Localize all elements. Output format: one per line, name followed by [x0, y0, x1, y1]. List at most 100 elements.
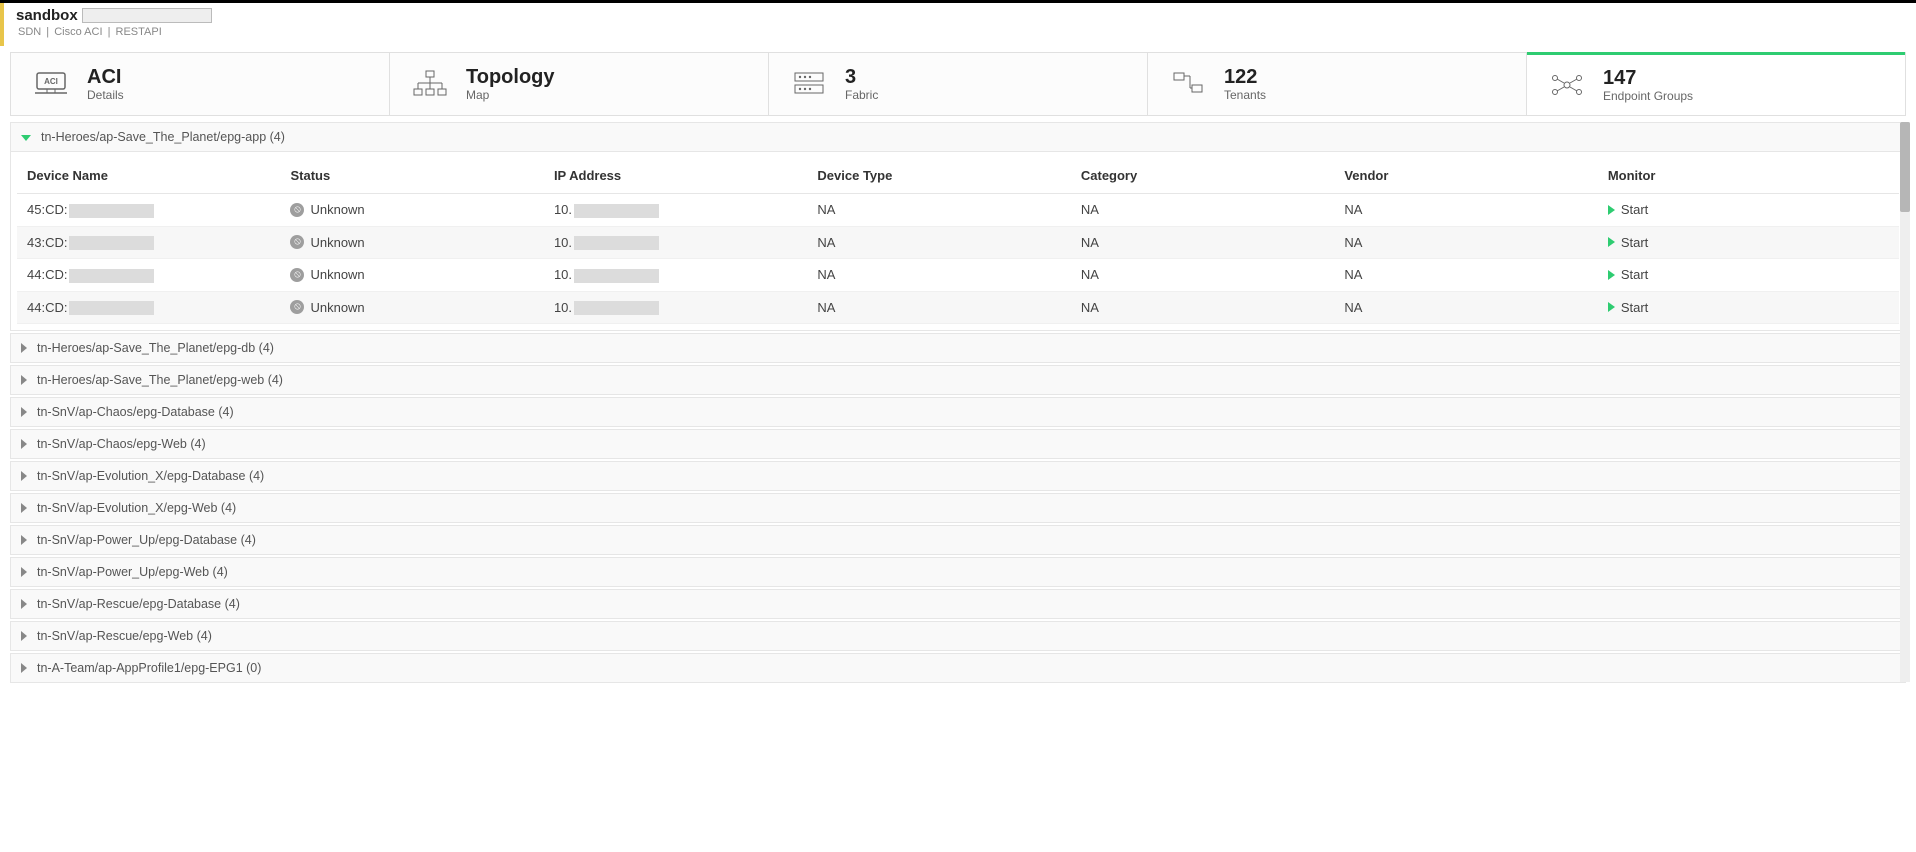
- cell-monitor[interactable]: Start: [1598, 259, 1899, 292]
- redacted-text: [574, 236, 659, 250]
- col-status[interactable]: Status: [280, 158, 543, 194]
- cell-status: ⦸Unknown: [280, 259, 543, 292]
- device-table-body: 45:CD:⦸Unknown10.NANANAStart43:CD:⦸Unkno…: [17, 194, 1899, 324]
- table-row[interactable]: 44:CD:⦸Unknown10.NANANAStart: [17, 291, 1899, 324]
- content-area: tn-Heroes/ap-Save_The_Planet/epg-app (4)…: [10, 122, 1906, 683]
- cell-type: NA: [807, 259, 1070, 292]
- summary-value: 122: [1224, 66, 1266, 88]
- cell-type: NA: [807, 291, 1070, 324]
- play-icon: [1608, 237, 1615, 247]
- scrollbar-thumb[interactable]: [1900, 122, 1910, 212]
- breadcrumb-item[interactable]: Cisco ACI: [52, 26, 104, 38]
- table-row[interactable]: 45:CD:⦸Unknown10.NANANAStart: [17, 194, 1899, 227]
- table-row[interactable]: 44:CD:⦸Unknown10.NANANAStart: [17, 259, 1899, 292]
- caret-right-icon: [21, 503, 27, 513]
- group-label: tn-SnV/ap-Rescue/epg-Database (4): [37, 597, 240, 611]
- cell-monitor[interactable]: Start: [1598, 226, 1899, 259]
- unknown-status-icon: ⦸: [290, 203, 304, 217]
- group-row-collapsed[interactable]: tn-Heroes/ap-Save_The_Planet/epg-db (4): [10, 333, 1906, 363]
- col-vendor[interactable]: Vendor: [1334, 158, 1597, 194]
- cell-type: NA: [807, 226, 1070, 259]
- caret-right-icon: [21, 375, 27, 385]
- cell-category: NA: [1071, 226, 1334, 259]
- cell-device-name: 44:CD:: [17, 291, 280, 324]
- cell-ip: 10.: [544, 291, 807, 324]
- cell-type: NA: [807, 194, 1070, 227]
- summary-bar: ACIACIDetailsTopologyMap3Fabric122Tenant…: [10, 52, 1906, 116]
- play-icon: [1608, 270, 1615, 280]
- cell-vendor: NA: [1334, 194, 1597, 227]
- cell-category: NA: [1071, 194, 1334, 227]
- group-label: tn-SnV/ap-Power_Up/epg-Web (4): [37, 565, 228, 579]
- group-row-collapsed[interactable]: tn-SnV/ap-Evolution_X/epg-Web (4): [10, 493, 1906, 523]
- aci-icon: ACI: [31, 67, 71, 101]
- cell-device-name: 44:CD:: [17, 259, 280, 292]
- caret-down-icon: [21, 135, 31, 141]
- redacted-text: [69, 301, 154, 315]
- cell-ip: 10.: [544, 226, 807, 259]
- summary-card-fabric[interactable]: 3Fabric: [769, 53, 1148, 115]
- summary-label: Details: [87, 88, 124, 102]
- play-icon: [1608, 205, 1615, 215]
- summary-card-tenants[interactable]: 122Tenants: [1148, 53, 1527, 115]
- group-row-collapsed[interactable]: tn-SnV/ap-Power_Up/epg-Database (4): [10, 525, 1906, 555]
- svg-text:ACI: ACI: [44, 77, 58, 86]
- col-device-type[interactable]: Device Type: [807, 158, 1070, 194]
- redacted-text: [69, 204, 154, 218]
- summary-label: Fabric: [845, 88, 878, 102]
- table-row[interactable]: 43:CD:⦸Unknown10.NANANAStart: [17, 226, 1899, 259]
- cell-vendor: NA: [1334, 226, 1597, 259]
- redacted-text: [574, 301, 659, 315]
- caret-right-icon: [21, 535, 27, 545]
- group-row-collapsed[interactable]: tn-SnV/ap-Chaos/epg-Database (4): [10, 397, 1906, 427]
- group-label: tn-Heroes/ap-Save_The_Planet/epg-app (4): [41, 130, 285, 144]
- epg-icon: [1547, 68, 1587, 102]
- cell-monitor[interactable]: Start: [1598, 194, 1899, 227]
- cell-status: ⦸Unknown: [280, 194, 543, 227]
- group-label: tn-SnV/ap-Evolution_X/epg-Database (4): [37, 469, 264, 483]
- group-row-collapsed[interactable]: tn-SnV/ap-Rescue/epg-Web (4): [10, 621, 1906, 651]
- caret-right-icon: [21, 599, 27, 609]
- summary-card-details[interactable]: ACIACIDetails: [11, 53, 390, 115]
- caret-right-icon: [21, 471, 27, 481]
- cell-device-name: 45:CD:: [17, 194, 280, 227]
- cell-category: NA: [1071, 259, 1334, 292]
- vertical-scrollbar[interactable]: [1900, 122, 1910, 682]
- breadcrumb: SDN | Cisco ACI | RESTAPI: [16, 26, 1904, 38]
- group-row-collapsed[interactable]: tn-SnV/ap-Chaos/epg-Web (4): [10, 429, 1906, 459]
- cell-status: ⦸Unknown: [280, 226, 543, 259]
- summary-label: Tenants: [1224, 88, 1266, 102]
- group-row-collapsed[interactable]: tn-SnV/ap-Power_Up/epg-Web (4): [10, 557, 1906, 587]
- group-label: tn-A-Team/ap-AppProfile1/epg-EPG1 (0): [37, 661, 261, 675]
- table-header-row: Device Name Status IP Address Device Typ…: [17, 158, 1899, 194]
- breadcrumb-item[interactable]: RESTAPI: [114, 26, 164, 38]
- fabric-icon: [789, 67, 829, 101]
- col-device-name[interactable]: Device Name: [17, 158, 280, 194]
- col-monitor[interactable]: Monitor: [1598, 158, 1899, 194]
- group-row-collapsed[interactable]: tn-Heroes/ap-Save_The_Planet/epg-web (4): [10, 365, 1906, 395]
- breadcrumb-item[interactable]: SDN: [16, 26, 43, 38]
- collapsed-groups-container: tn-Heroes/ap-Save_The_Planet/epg-db (4)t…: [10, 333, 1906, 683]
- group-row-expanded[interactable]: tn-Heroes/ap-Save_The_Planet/epg-app (4): [10, 122, 1906, 152]
- cell-monitor[interactable]: Start: [1598, 291, 1899, 324]
- group-label: tn-SnV/ap-Rescue/epg-Web (4): [37, 629, 212, 643]
- group-label: tn-SnV/ap-Evolution_X/epg-Web (4): [37, 501, 236, 515]
- unknown-status-icon: ⦸: [290, 235, 304, 249]
- summary-card-endpoint-groups[interactable]: 147Endpoint Groups: [1527, 52, 1905, 115]
- col-ip-address[interactable]: IP Address: [544, 158, 807, 194]
- cell-device-name: 43:CD:: [17, 226, 280, 259]
- unknown-status-icon: ⦸: [290, 300, 304, 314]
- device-table-wrap: Device Name Status IP Address Device Typ…: [10, 152, 1906, 331]
- play-icon: [1608, 302, 1615, 312]
- group-row-collapsed[interactable]: tn-SnV/ap-Evolution_X/epg-Database (4): [10, 461, 1906, 491]
- group-row-collapsed[interactable]: tn-SnV/ap-Rescue/epg-Database (4): [10, 589, 1906, 619]
- group-row-collapsed[interactable]: tn-A-Team/ap-AppProfile1/epg-EPG1 (0): [10, 653, 1906, 683]
- summary-value: 147: [1603, 67, 1693, 89]
- cell-status: ⦸Unknown: [280, 291, 543, 324]
- caret-right-icon: [21, 631, 27, 641]
- summary-card-map[interactable]: TopologyMap: [390, 53, 769, 115]
- col-category[interactable]: Category: [1071, 158, 1334, 194]
- summary-value: 3: [845, 66, 878, 88]
- tenants-icon: [1168, 67, 1208, 101]
- cell-category: NA: [1071, 291, 1334, 324]
